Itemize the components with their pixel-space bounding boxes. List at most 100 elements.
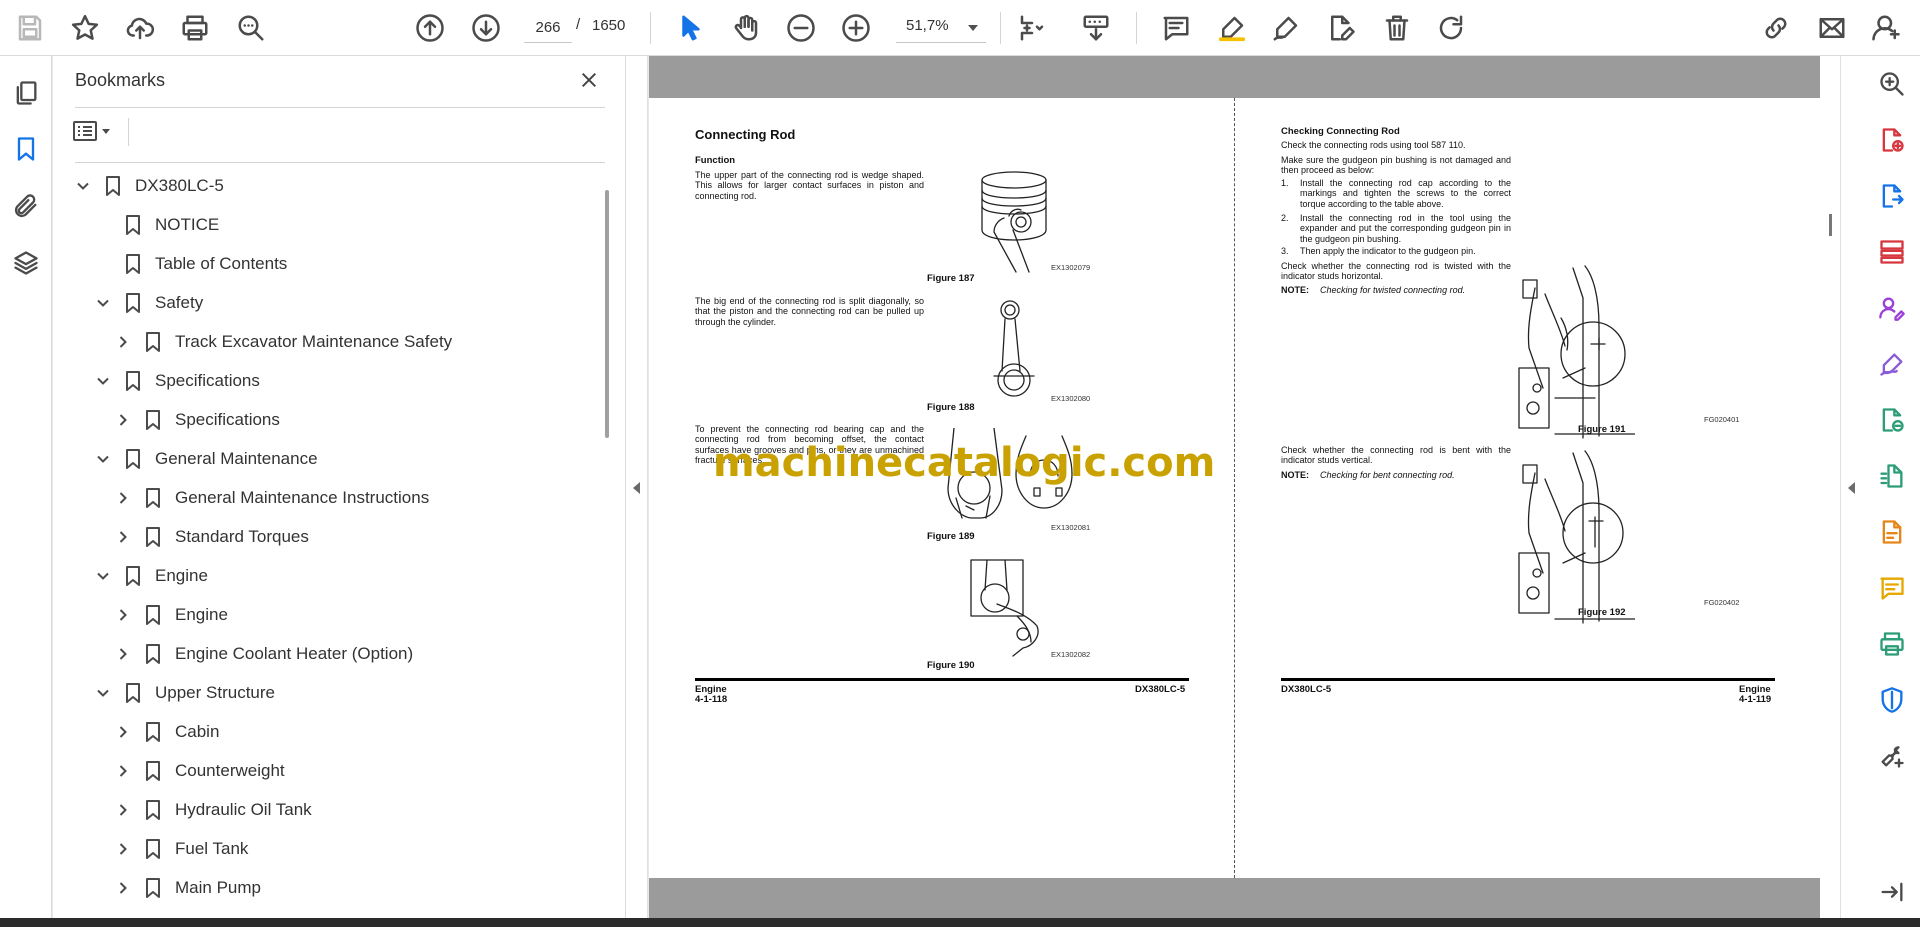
comment-icon[interactable] <box>1156 8 1196 48</box>
bookmark-item[interactable]: Engine Coolant Heater (Option) <box>113 634 413 673</box>
document-scrollbar[interactable] <box>1820 56 1840 918</box>
body-paragraph: Check whether the connecting rod is twis… <box>1281 261 1511 282</box>
body-paragraph: The upper part of the connecting rod is … <box>695 170 924 201</box>
bookmark-item[interactable]: NOTICE <box>93 205 219 244</box>
account-icon[interactable] <box>1866 8 1906 48</box>
star-icon[interactable] <box>65 8 105 48</box>
rotate-icon[interactable] <box>1431 8 1471 48</box>
fill-sign-icon[interactable] <box>1876 348 1908 380</box>
hand-icon[interactable] <box>726 8 766 48</box>
top-toolbar: / 1650 51,7% <box>0 0 1920 56</box>
export-pdf-icon[interactable] <box>1876 180 1908 212</box>
save-icon[interactable] <box>10 8 50 48</box>
bookmark-item[interactable]: Standard Torques <box>113 517 309 556</box>
scrollbar-thumb[interactable] <box>605 190 609 438</box>
organize-pages-icon[interactable] <box>1876 236 1908 268</box>
fit-page-icon[interactable] <box>1012 8 1052 48</box>
chevron-right-icon[interactable] <box>113 410 133 430</box>
bookmark-item[interactable]: Specifications <box>113 400 280 439</box>
chevron-right-icon[interactable] <box>113 800 133 820</box>
chevron-down-icon[interactable] <box>93 566 113 586</box>
trash-icon[interactable] <box>1377 8 1417 48</box>
chevron-down-icon[interactable] <box>93 449 113 469</box>
scrollbar-thumb[interactable] <box>1829 214 1832 236</box>
tools-rail <box>1862 56 1920 918</box>
chevron-right-icon[interactable] <box>113 527 133 547</box>
scroll-mode-icon[interactable] <box>1076 8 1116 48</box>
bookmark-item[interactable]: Table of Contents <box>93 244 287 283</box>
select-arrow-icon[interactable] <box>671 8 711 48</box>
sign-icon[interactable] <box>1266 8 1306 48</box>
zoom-dropdown[interactable]: 51,7% <box>896 13 986 43</box>
bookmark-item[interactable]: Safety <box>93 283 203 322</box>
bookmark-item[interactable]: Hydraulic Oil Tank <box>113 790 312 829</box>
bookmarks-panel: Bookmarks DX380LC-5 NOTICE Table of Conten… <box>53 56 626 918</box>
chevron-right-icon[interactable] <box>113 839 133 859</box>
chevron-down-icon[interactable] <box>73 176 93 196</box>
bookmark-item[interactable]: Specifications <box>93 361 260 400</box>
bookmark-label: General Maintenance <box>155 448 318 468</box>
chevron-down-icon[interactable] <box>93 683 113 703</box>
arrow-down-icon[interactable] <box>466 8 506 48</box>
mail-icon[interactable] <box>1812 8 1852 48</box>
zoom-in-icon[interactable] <box>836 8 876 48</box>
bookmark-item[interactable]: Engine <box>93 556 208 595</box>
bookmark-item[interactable]: Main Pump <box>113 868 261 907</box>
bookmark-item[interactable]: Upper Structure <box>93 673 275 712</box>
chevron-right-icon[interactable] <box>113 644 133 664</box>
chevron-right-icon[interactable] <box>113 878 133 898</box>
compress-pdf-icon[interactable] <box>1876 404 1908 436</box>
share-link-icon[interactable] <box>1756 8 1796 48</box>
create-pdf-icon[interactable] <box>1876 124 1908 156</box>
protect-icon[interactable] <box>1876 684 1908 716</box>
zoom-out-icon[interactable] <box>781 8 821 48</box>
close-icon[interactable] <box>575 66 603 94</box>
chevron-right-icon[interactable] <box>113 605 133 625</box>
attachment-icon[interactable] <box>9 189 43 223</box>
collapse-left-panel-handle[interactable] <box>626 56 648 918</box>
comment-icon[interactable] <box>1876 572 1908 604</box>
bookmark-icon <box>143 408 163 432</box>
body-paragraph: Check the connecting rods using tool 587… <box>1281 140 1466 150</box>
chevron-right-icon[interactable] <box>113 488 133 508</box>
bookmark-item[interactable]: DX380LC-5 <box>73 166 224 205</box>
step-number: 1. <box>1281 178 1289 188</box>
collapse-right-panel-handle[interactable] <box>1840 56 1862 918</box>
bookmark-label: Safety <box>155 292 204 312</box>
bookmark-icon[interactable] <box>9 132 43 166</box>
figure-code: FG020401 <box>1704 415 1740 424</box>
list-options-icon <box>73 121 97 141</box>
print-icon[interactable] <box>175 8 215 48</box>
bookmark-item[interactable]: Counterweight <box>113 751 285 790</box>
layers-icon[interactable] <box>9 246 43 280</box>
scan-ocr-icon[interactable] <box>1876 460 1908 492</box>
chevron-down-icon[interactable] <box>93 371 113 391</box>
pages-icon[interactable] <box>9 76 43 110</box>
arrow-up-icon[interactable] <box>410 8 450 48</box>
zoom-search-icon[interactable] <box>231 8 271 48</box>
print-production-icon[interactable] <box>1876 628 1908 660</box>
highlight-icon[interactable] <box>1212 8 1252 48</box>
bookmark-item[interactable]: Track Excavator Maintenance Safety <box>113 322 452 361</box>
edit-pdf-icon[interactable] <box>1321 8 1361 48</box>
bookmark-item[interactable]: General Maintenance <box>93 439 318 478</box>
upload-icon[interactable] <box>120 8 160 48</box>
bookmark-item[interactable]: Cabin <box>113 712 219 751</box>
bookmark-item[interactable]: Fuel Tank <box>113 829 248 868</box>
search-zoom-icon[interactable] <box>1876 68 1908 100</box>
more-tools-icon[interactable] <box>1876 740 1908 772</box>
chevron-right-icon[interactable] <box>113 761 133 781</box>
export-file-icon[interactable] <box>1876 516 1908 548</box>
collapse-panel-icon[interactable] <box>1876 876 1908 908</box>
bookmark-item[interactable]: Engine <box>113 595 228 634</box>
chevron-right-icon[interactable] <box>113 722 133 742</box>
bookmark-item[interactable]: General Maintenance Instructions <box>113 478 429 517</box>
request-signature-icon[interactable] <box>1876 292 1908 324</box>
page-number-input[interactable] <box>524 13 572 43</box>
bookmark-options-button[interactable] <box>73 116 123 146</box>
bookmark-icon <box>123 447 143 471</box>
bookmark-icon <box>123 213 143 237</box>
chevron-down-icon[interactable] <box>93 293 113 313</box>
taskbar-edge <box>0 918 1920 927</box>
chevron-right-icon[interactable] <box>113 332 133 352</box>
